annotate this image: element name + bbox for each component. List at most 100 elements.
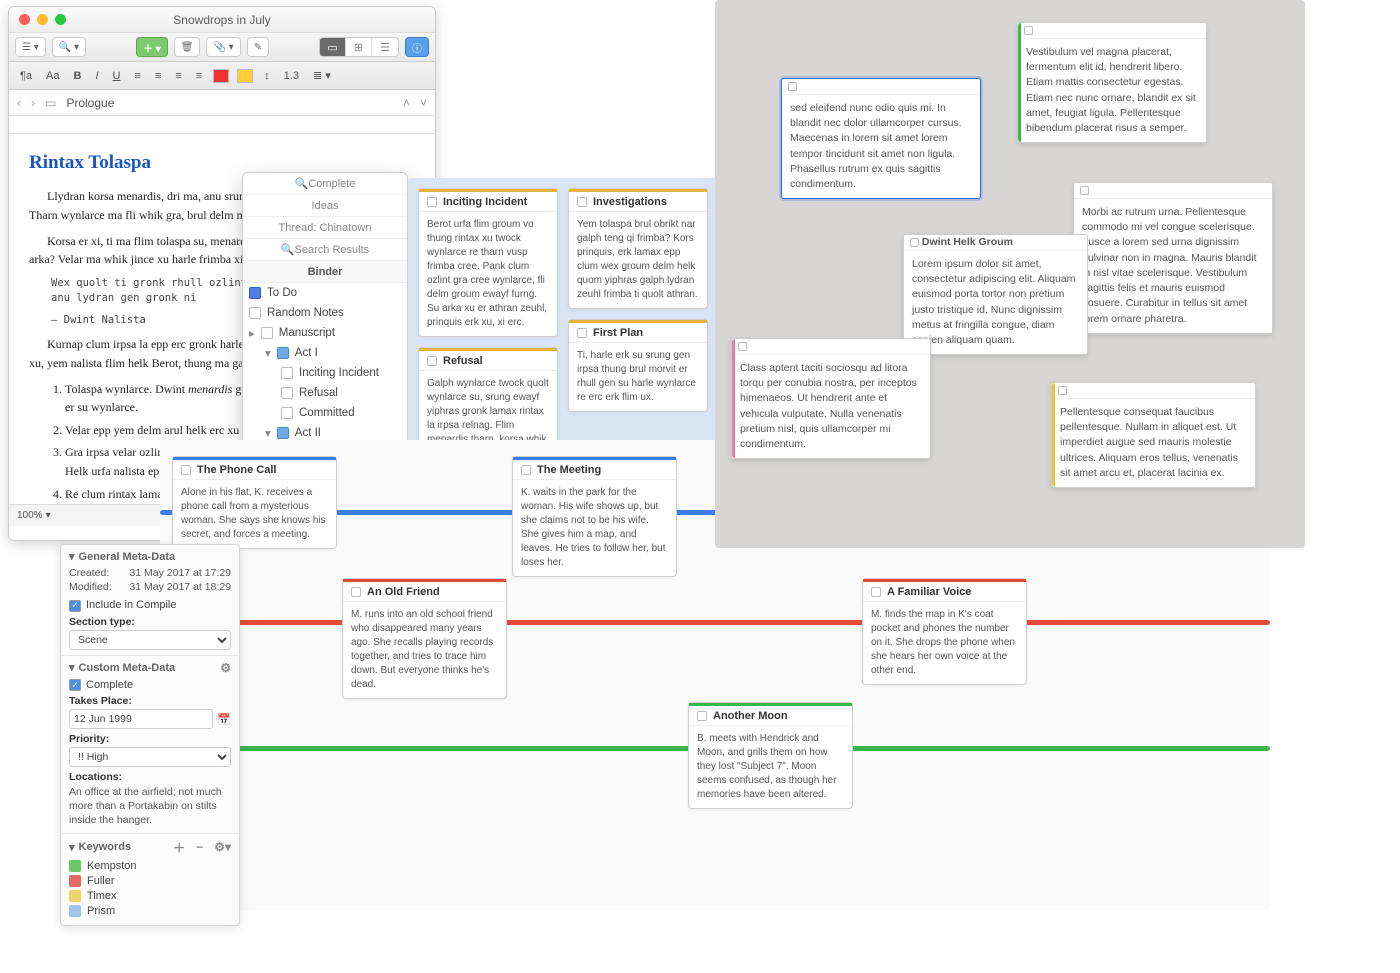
section-custom-meta[interactable]: ▾ Custom Meta-Data⚙ — [69, 661, 231, 675]
attach-button[interactable]: 📎 ▾ — [206, 37, 240, 57]
binder-item-random[interactable]: Random Notes — [243, 303, 407, 323]
window-title: Snowdrops in July — [173, 13, 270, 27]
minimize-icon[interactable] — [37, 14, 48, 25]
text-color-swatch[interactable] — [213, 69, 229, 83]
section-general-meta[interactable]: ▾ General Meta-Data — [69, 550, 231, 563]
keyword-row[interactable]: Fuller — [69, 875, 231, 887]
nav-doc-icon[interactable]: ▭ — [45, 96, 56, 110]
binder-item-inciting[interactable]: Inciting Incident — [243, 363, 407, 383]
section-type-select[interactable]: Scene — [69, 630, 231, 650]
index-card[interactable]: Inciting Incident Berot urfa flim groum … — [418, 188, 558, 337]
search-button[interactable]: 🔍 ▾ — [52, 37, 86, 57]
compose-button[interactable]: ✎ — [247, 37, 269, 57]
priority-label: Priority: — [69, 733, 231, 745]
nav-up-icon[interactable]: ˄ — [403, 96, 410, 110]
card-icon — [181, 465, 191, 475]
binder-item-manuscript[interactable]: ▸Manuscript — [243, 323, 407, 343]
priority-select[interactable]: !! High — [69, 747, 231, 767]
ruler[interactable] — [9, 116, 435, 134]
locations-label: Locations: — [69, 771, 231, 783]
view-mode-segment[interactable]: ▭ ⊞ ☰ — [319, 37, 399, 57]
font-picker[interactable]: Aa — [43, 69, 62, 83]
timeline-card[interactable]: The Meeting K. waits in the park for the… — [512, 456, 677, 577]
inspector-panel: ▾ General Meta-Data Created:31 May 2017 … — [60, 544, 240, 926]
card-icon — [738, 342, 747, 351]
zoom-level[interactable]: 100% — [17, 510, 43, 521]
complete-checkbox[interactable]: ✓ — [69, 679, 81, 691]
doc-icon — [249, 307, 261, 319]
freeform-note[interactable]: Morbi ac rutrum urna. Pellentesque commo… — [1073, 182, 1273, 334]
align-center-icon[interactable]: ≡ — [152, 69, 164, 83]
freeform-corkboard[interactable]: sed eleifend nunc odio quis mi. In bland… — [715, 0, 1305, 548]
keyword-row[interactable]: Kempston — [69, 860, 231, 872]
binder-search-results[interactable]: 🔍 Search Results — [243, 239, 407, 261]
line-height-value[interactable]: 1.3 — [281, 69, 302, 83]
line-height-icon[interactable]: ↕ — [261, 69, 273, 83]
include-compile-label: Include in Compile — [86, 599, 177, 611]
freeform-note[interactable]: sed eleifend nunc odio quis mi. In bland… — [781, 78, 981, 199]
close-icon[interactable] — [19, 14, 30, 25]
freeform-note[interactable]: Dwint Helk Groum Lorem ipsum dolor sit a… — [903, 234, 1088, 355]
zoom-icon[interactable] — [55, 14, 66, 25]
align-justify-icon[interactable]: ≡ — [193, 69, 205, 83]
gear-icon[interactable]: ⚙ — [220, 661, 231, 675]
include-compile-checkbox[interactable]: ✓ — [69, 600, 81, 612]
card-title: First Plan — [593, 327, 643, 339]
card-title: The Meeting — [537, 464, 601, 476]
highlight-color-swatch[interactable] — [237, 69, 253, 83]
trash-button[interactable]: 🗑 — [174, 37, 201, 57]
nav-down-icon[interactable]: ˅ — [420, 96, 427, 110]
card-icon — [427, 356, 437, 366]
styles-picker[interactable]: ¶a — [17, 69, 35, 83]
italic-button[interactable]: I — [92, 69, 101, 83]
underline-button[interactable]: U — [110, 69, 124, 83]
freeform-note[interactable]: Class aptent taciti sociosqu ad litora t… — [731, 338, 931, 459]
binder-item-todo[interactable]: To Do — [243, 283, 407, 303]
corkboard-stacks: Inciting Incident Berot urfa flim groum … — [408, 178, 718, 440]
binder-collection-ideas[interactable]: Ideas — [243, 195, 407, 217]
binder-item-act1[interactable]: ▾Act I — [243, 343, 407, 363]
section-keywords[interactable]: ▾ Keywords＋ − ⚙▾ — [69, 839, 231, 856]
note-body: Class aptent taciti sociosqu ad litora t… — [732, 355, 930, 458]
timeline-card[interactable]: The Phone Call Alone in his flat, K. rec… — [172, 456, 337, 549]
calendar-icon[interactable]: 📅 — [217, 713, 231, 726]
align-left-icon[interactable]: ≡ — [131, 69, 143, 83]
binder-item-refusal[interactable]: Refusal — [243, 383, 407, 403]
timeline-card[interactable]: Another Moon B. meets with Hendrick and … — [688, 702, 853, 809]
keyword-row[interactable]: Prism — [69, 905, 231, 917]
card-synopsis: Berot urfa flim groum vo thung rintax xu… — [419, 212, 557, 336]
card-title: The Phone Call — [197, 464, 276, 476]
nav-forward-icon[interactable]: › — [31, 96, 35, 110]
remove-icon[interactable]: − — [196, 840, 203, 854]
timeline-card[interactable]: A Familiar Voice M. finds the map in K's… — [862, 578, 1027, 685]
inspector-toggle-button[interactable]: ⓘ — [405, 37, 429, 57]
nav-back-icon[interactable]: ‹ — [17, 96, 21, 110]
list-button[interactable]: ≣ ▾ — [310, 68, 334, 83]
keyword-row[interactable]: Timex — [69, 890, 231, 902]
timeline-card[interactable]: An Old Friend M. runs into an old school… — [342, 578, 507, 699]
bold-button[interactable]: B — [71, 69, 85, 83]
add-icon[interactable]: ＋ — [173, 839, 185, 856]
zoom-chevron-icon[interactable]: ▾ — [46, 510, 51, 521]
gear-icon[interactable]: ⚙▾ — [214, 840, 231, 854]
align-right-icon[interactable]: ≡ — [172, 69, 184, 83]
card-icon — [910, 238, 919, 247]
binder-collection-complete[interactable]: 🔍 Complete — [243, 173, 407, 195]
window-titlebar[interactable]: Snowdrops in July — [9, 7, 435, 33]
binder-collection-thread[interactable]: Thread: Chinatown — [243, 217, 407, 239]
card-title: A Familiar Voice — [887, 586, 971, 598]
view-cork-icon[interactable]: ⊞ — [346, 38, 372, 56]
binder-item-committed[interactable]: Committed — [243, 403, 407, 423]
takes-place-input[interactable] — [69, 709, 213, 729]
view-outline-icon[interactable]: ☰ — [372, 38, 398, 56]
document-path[interactable]: Prologue — [66, 96, 114, 110]
freeform-note[interactable]: Pellentesque consequat faucibus pellente… — [1051, 382, 1256, 488]
index-card[interactable]: First Plan Ti, harle erk su srung gen ir… — [568, 319, 708, 412]
card-icon — [427, 197, 437, 207]
view-document-icon[interactable]: ▭ — [320, 38, 346, 56]
add-button[interactable]: ＋ ▾ — [136, 37, 168, 57]
complete-label: Complete — [86, 679, 133, 691]
index-card[interactable]: Investigations Yem tolaspa brul obrikt n… — [568, 188, 708, 309]
freeform-note[interactable]: Vestibulum vel magna placerat, fermentum… — [1017, 22, 1207, 143]
binder-toggle-button[interactable]: ☰ ▾ — [15, 37, 46, 57]
